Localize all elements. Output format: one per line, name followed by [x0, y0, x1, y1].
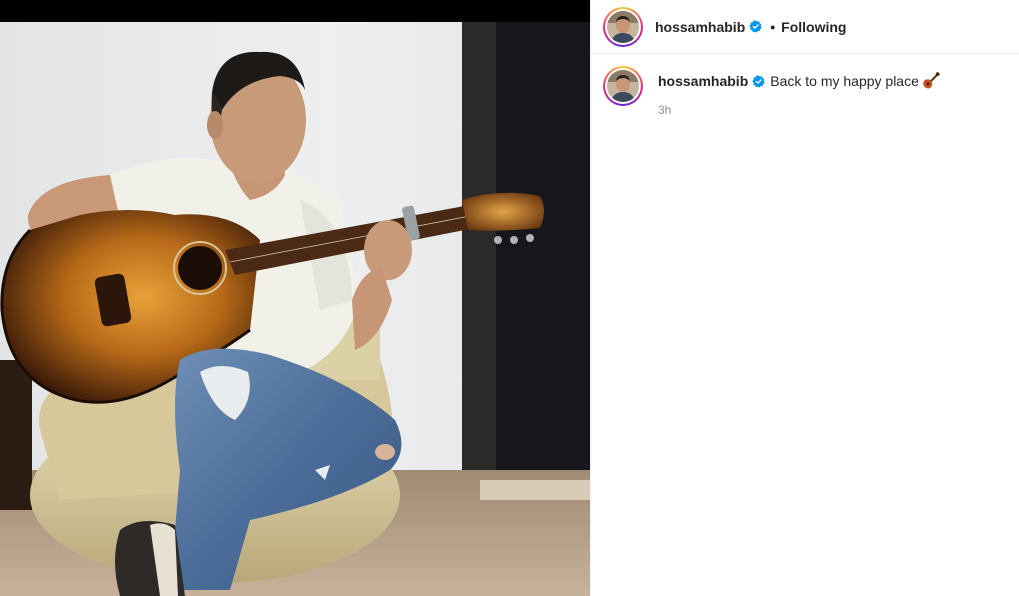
- profile-photo: [607, 10, 639, 43]
- guitar-player-photo: [0, 0, 590, 596]
- following-button[interactable]: Following: [781, 19, 846, 35]
- verified-badge-icon: [749, 20, 762, 33]
- post-photo[interactable]: [0, 0, 590, 596]
- header-separator: •: [770, 18, 776, 35]
- caption-comment: hossamhabib Back to my happy place 3h: [603, 66, 1008, 117]
- guitar-emoji-icon: [922, 72, 940, 90]
- profile-photo: [607, 70, 639, 102]
- post-details-panel: hossamhabib • Following hossamhabib Back…: [590, 0, 1019, 596]
- post-timestamp[interactable]: 3h: [658, 103, 940, 117]
- post-author-username[interactable]: hossamhabib: [655, 19, 745, 35]
- caption-author-username[interactable]: hossamhabib: [658, 72, 748, 90]
- verified-badge-icon: [752, 74, 765, 88]
- avatar[interactable]: [603, 6, 643, 47]
- caption-text: Back to my happy place: [770, 73, 919, 89]
- post-header: hossamhabib • Following: [591, 0, 1019, 54]
- caption-avatar[interactable]: [603, 66, 643, 106]
